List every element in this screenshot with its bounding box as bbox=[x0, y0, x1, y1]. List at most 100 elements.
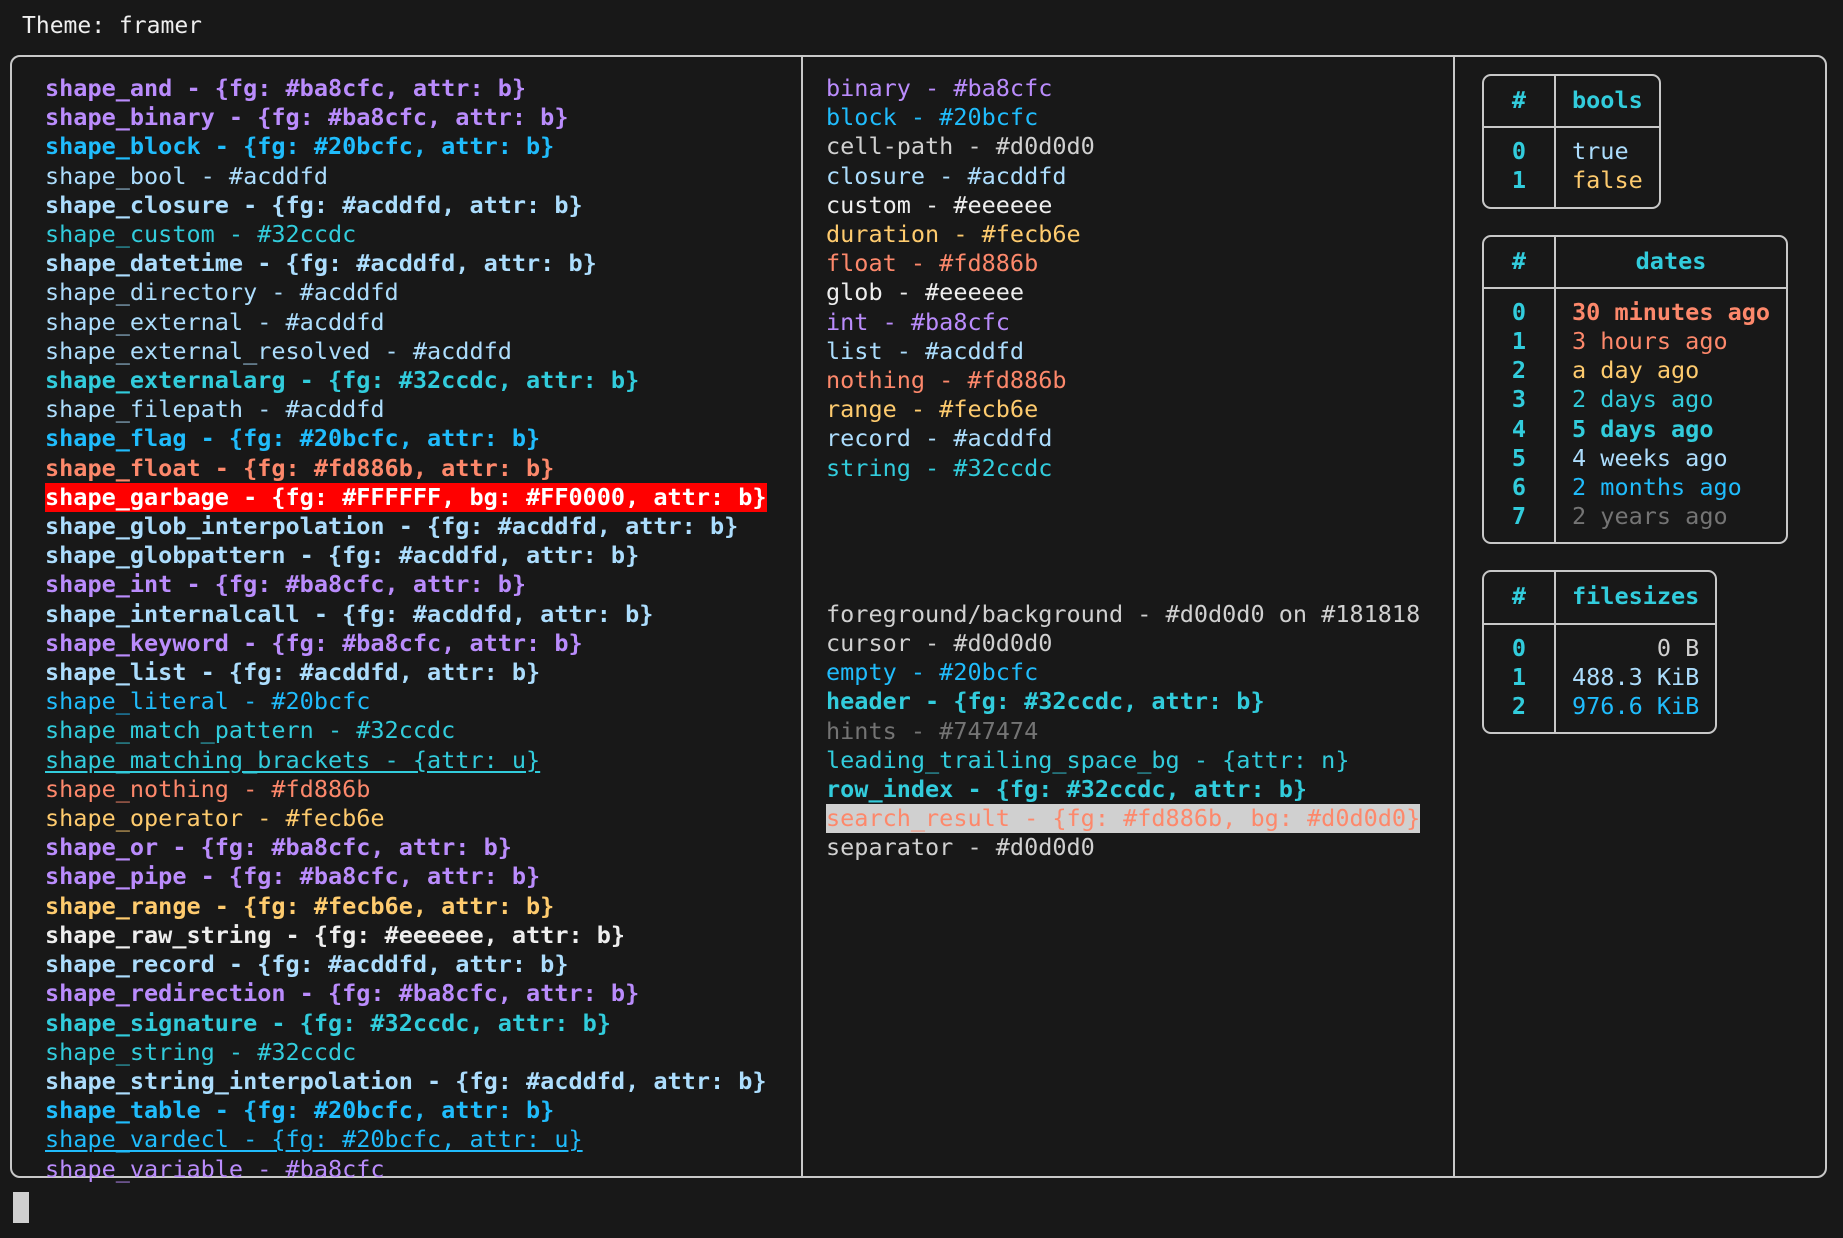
type-entry-line: duration - #fecb6e bbox=[826, 220, 1081, 249]
table-row: 0 30 minutes ago bbox=[1484, 287, 1786, 328]
row-index: 0 bbox=[1484, 623, 1556, 663]
row-index: 1 bbox=[1484, 327, 1556, 357]
type-entry-line: block - #20bcfc bbox=[826, 103, 1039, 132]
shape-entry-line: shape_record - {fg: #acddfd, attr: b} bbox=[45, 950, 569, 979]
table-filesizes: # filesizes 0 0 B 1 488.3 KiB 2 976.6 KiB bbox=[1482, 570, 1718, 735]
table-row: 0 true bbox=[1484, 127, 1659, 167]
table-bools: # bools 0 true 1 false bbox=[1482, 74, 1661, 209]
shape-entry-line: shape_match_pattern - #32ccdc bbox=[45, 716, 456, 745]
ui-entry-line: separator - #d0d0d0 bbox=[826, 833, 1095, 862]
row-index: 0 bbox=[1484, 127, 1556, 167]
type-entry-line: custom - #eeeeee bbox=[826, 190, 1053, 219]
ui-entry-line: search_result - {fg: #fd886b, bg: #d0d0d… bbox=[826, 804, 1421, 834]
shape-entry-line: shape_internalcall - {fg: #acddfd, attr:… bbox=[45, 599, 654, 628]
types-and-ui-column: binary - #ba8cfc block - #20bcfc cell-path… bbox=[801, 57, 1453, 1176]
shape-entry-line: shape_table - {fg: #20bcfc, attr: b} bbox=[45, 1096, 555, 1125]
shape-entry-line: shape_externalarg - {fg: #32ccdc, attr: … bbox=[45, 366, 640, 395]
shape-entry-line: shape_literal - #20bcfc bbox=[45, 687, 371, 716]
cell-value: a day ago bbox=[1572, 356, 1700, 385]
shape-entry-line: shape_and - {fg: #ba8cfc, attr: b} bbox=[45, 74, 527, 102]
cell-value: false bbox=[1572, 166, 1643, 195]
column-header-index: # bbox=[1484, 236, 1556, 289]
ui-entry-line: cursor - #d0d0d0 bbox=[826, 629, 1053, 658]
shape-entry-line: shape_keyword - {fg: #ba8cfc, attr: b} bbox=[45, 628, 583, 657]
table-header-row: # bools bbox=[1484, 76, 1659, 129]
shape-entry-line: shape_glob_interpolation - {fg: #acddfd,… bbox=[45, 512, 739, 541]
type-entry-line: int - #ba8cfc bbox=[826, 307, 1010, 336]
table-row: 1 false bbox=[1484, 166, 1659, 207]
shape-entry-line: shape_custom - #32ccdc bbox=[45, 220, 357, 249]
table-row: 1 488.3 KiB bbox=[1484, 662, 1715, 693]
cell-value: 5 days ago bbox=[1572, 414, 1714, 443]
table-row: 0 0 B bbox=[1484, 623, 1715, 663]
shape-entry-line: shape_signature - {fg: #32ccdc, attr: b} bbox=[45, 1008, 611, 1037]
shape-entry-line: shape_binary - {fg: #ba8cfc, attr: b} bbox=[45, 103, 569, 132]
table-row: 2 a day ago bbox=[1484, 356, 1786, 386]
type-entry-line: list - #acddfd bbox=[826, 336, 1025, 365]
table-header-row: # dates bbox=[1484, 236, 1787, 289]
cell-value: 2 days ago bbox=[1572, 385, 1714, 414]
shape-entry-line: shape_globpattern - {fg: #acddfd, attr: … bbox=[45, 541, 640, 570]
table-row: 7 2 years ago bbox=[1484, 502, 1786, 543]
column-header-index: # bbox=[1484, 76, 1556, 129]
shape-entry-line: shape_list - {fg: #acddfd, attr: b} bbox=[45, 658, 541, 687]
shape-entry-line: shape_range - {fg: #fecb6e, attr: b} bbox=[45, 891, 555, 920]
shape-entry-line: shape_string - #32ccdc bbox=[45, 1037, 357, 1066]
table-dates: # dates 0 30 minutes ago 1 3 hours ago 2 a day … bbox=[1482, 234, 1789, 545]
table-row: 5 4 weeks ago bbox=[1484, 443, 1786, 474]
shape-entry-line: shape_matching_brackets - {attr: u} bbox=[45, 745, 541, 774]
row-index: 1 bbox=[1484, 166, 1556, 207]
column-spacer bbox=[826, 483, 1453, 600]
row-index: 4 bbox=[1484, 414, 1556, 444]
table-row: 2 976.6 KiB bbox=[1484, 692, 1715, 733]
shape-entry-line: shape_flag - {fg: #20bcfc, attr: b} bbox=[45, 424, 541, 453]
row-index: 2 bbox=[1484, 356, 1556, 386]
shape-entry-line: shape_garbage - {fg: #FFFFFF, bg: #FF000… bbox=[45, 482, 767, 513]
shape-entry-line: shape_external - #acddfd bbox=[45, 307, 385, 336]
ui-entry-line: foreground/background - #d0d0d0 on #1818… bbox=[826, 599, 1421, 628]
cell-value: 2 months ago bbox=[1572, 473, 1742, 502]
ui-entry-line: hints - #747474 bbox=[826, 716, 1039, 745]
cell-value: 0 B bbox=[1656, 633, 1700, 662]
shape-entry-line: shape_filepath - #acddfd bbox=[45, 395, 385, 424]
sample-tables-column: # bools 0 true 1 false # dates 0 30 minutes ago 1 3… bbox=[1453, 57, 1825, 1176]
row-index: 7 bbox=[1484, 502, 1556, 543]
shape-entry-line: shape_or - {fg: #ba8cfc, attr: b} bbox=[45, 833, 512, 862]
row-index: 1 bbox=[1484, 662, 1556, 693]
row-index: 3 bbox=[1484, 385, 1556, 415]
row-index: 2 bbox=[1484, 692, 1556, 733]
table-row: 6 2 months ago bbox=[1484, 473, 1786, 503]
column-header-bools: bools bbox=[1555, 76, 1659, 129]
column-header-filesizes: filesizes bbox=[1555, 572, 1716, 625]
column-header-index: # bbox=[1484, 572, 1556, 625]
cell-value: 3 hours ago bbox=[1572, 327, 1728, 356]
row-index: 0 bbox=[1484, 287, 1556, 328]
ui-entry-line: leading_trailing_space_bg - {attr: n} bbox=[826, 745, 1350, 774]
type-entry-line: binary - #ba8cfc bbox=[826, 74, 1053, 102]
table-row: 4 5 days ago bbox=[1484, 414, 1786, 444]
type-entry-line: cell-path - #d0d0d0 bbox=[826, 132, 1095, 161]
shape-entry-line: shape_external_resolved - #acddfd bbox=[45, 336, 512, 365]
type-entry-line: nothing - #fd886b bbox=[826, 366, 1067, 395]
cell-value: 2 years ago bbox=[1572, 502, 1728, 531]
shape-entry-line: shape_float - {fg: #fd886b, attr: b} bbox=[45, 453, 555, 482]
shape-entry-line: shape_pipe - {fg: #ba8cfc, attr: b} bbox=[45, 862, 541, 891]
terminal-screen: Theme: framer shape_and - {fg: #ba8cfc, … bbox=[0, 0, 1843, 1238]
ui-entry-line: header - {fg: #32ccdc, attr: b} bbox=[826, 687, 1265, 716]
shape-entry-line: shape_block - {fg: #20bcfc, attr: b} bbox=[45, 132, 555, 161]
row-index: 6 bbox=[1484, 473, 1556, 503]
shape-entry-line: shape_raw_string - {fg: #eeeeee, attr: b… bbox=[45, 920, 626, 949]
type-entry-line: range - #fecb6e bbox=[826, 395, 1039, 424]
type-entry-line: float - #fd886b bbox=[826, 249, 1039, 278]
page-title: Theme: framer bbox=[22, 13, 203, 39]
type-entry-line: string - #32ccdc bbox=[826, 453, 1053, 482]
shape-entry-line: shape_redirection - {fg: #ba8cfc, attr: … bbox=[45, 979, 640, 1008]
ui-entry-line: empty - #20bcfc bbox=[826, 658, 1039, 687]
table-row: 1 3 hours ago bbox=[1484, 327, 1786, 357]
table-row: 3 2 days ago bbox=[1484, 385, 1786, 415]
column-header-dates: dates bbox=[1555, 236, 1787, 289]
type-entry-line: closure - #acddfd bbox=[826, 161, 1067, 190]
ui-elements-list: foreground/background - #d0d0d0 on #1818… bbox=[826, 600, 1453, 863]
cell-value: 976.6 KiB bbox=[1572, 692, 1700, 721]
shape-entry-line: shape_nothing - #fd886b bbox=[45, 774, 371, 803]
